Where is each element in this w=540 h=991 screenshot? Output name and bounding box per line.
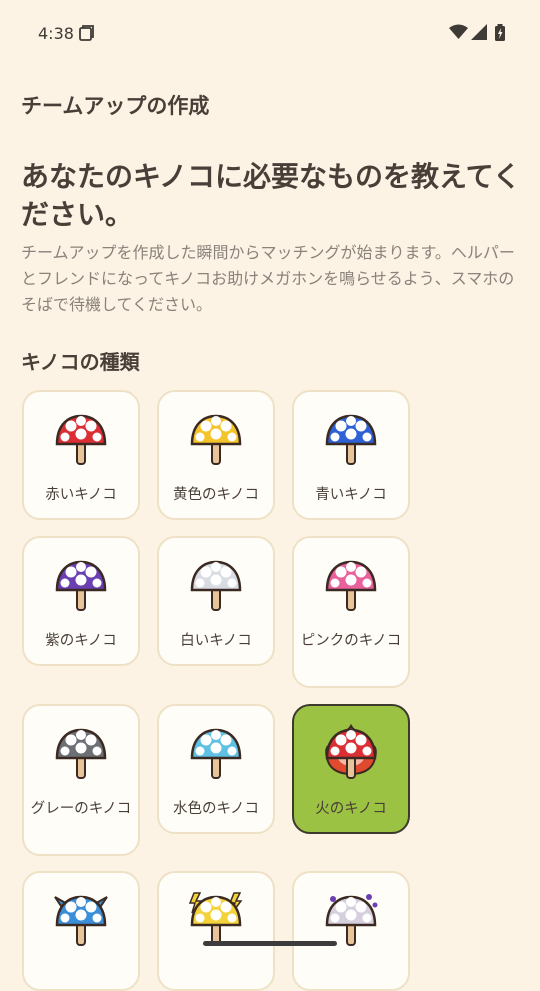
- mushroom-card-label: ピンクのキノコ: [300, 633, 402, 649]
- mushroom-card-red[interactable]: 赤いキノコ: [22, 390, 140, 520]
- horned-mushroom-icon: [51, 891, 111, 953]
- headline: あなたのキノコに必要なものを教えてください。: [21, 160, 521, 231]
- mushroom-card-label: 黄色のキノコ: [173, 487, 259, 503]
- pink-mushroom-icon: [321, 556, 381, 618]
- mushroom-card-yellow[interactable]: 黄色のキノコ: [157, 390, 275, 520]
- battery-icon: [494, 24, 506, 46]
- mushroom-card-light-blue[interactable]: 水色のキノコ: [157, 704, 275, 834]
- mushroom-card-fire[interactable]: 火のキノコ: [292, 704, 410, 834]
- description: チームアップを作成した瞬間からマッチングが始まります。ヘルパーとフレンドになって…: [21, 243, 515, 314]
- wifi-icon: [449, 24, 468, 44]
- yellow-mushroom-icon: [186, 410, 246, 472]
- mushroom-card-purple[interactable]: 紫のキノコ: [22, 536, 140, 666]
- status-bar: 4:38: [0, 0, 540, 68]
- red-mushroom-icon: [51, 410, 111, 472]
- mushroom-card-label: 水色のキノコ: [173, 801, 259, 817]
- mushroom-card-label: 火のキノコ: [315, 801, 387, 817]
- mushroom-card-11[interactable]: [157, 871, 275, 991]
- mushroom-card-white[interactable]: 白いキノコ: [157, 536, 275, 666]
- mushroom-card-label: グレーのキノコ: [30, 801, 132, 817]
- mushroom-card-blue[interactable]: 青いキノコ: [292, 390, 410, 520]
- sim-card-icon: [78, 24, 94, 46]
- mushroom-card-12[interactable]: [292, 871, 410, 991]
- purple-mushroom-icon: [51, 556, 111, 618]
- white-mushroom-icon: [186, 556, 246, 618]
- status-time: 4:38: [38, 24, 74, 43]
- blue-mushroom-icon: [321, 410, 381, 472]
- mushroom-card-gray[interactable]: グレーのキノコ: [22, 704, 140, 856]
- gray-mushroom-icon: [51, 724, 111, 786]
- mushroom-card-label: 白いキノコ: [180, 633, 252, 649]
- light-blue-mushroom-icon: [186, 724, 246, 786]
- mushroom-card-10[interactable]: [22, 871, 140, 991]
- mushroom-card-label: 赤いキノコ: [45, 487, 117, 503]
- mushroom-card-label: 紫のキノコ: [45, 633, 117, 649]
- fire-mushroom-icon: [321, 723, 381, 786]
- signal-icon: [471, 24, 487, 44]
- mushroom-card-label: 青いキノコ: [315, 487, 387, 503]
- section-title-mushroom-type: キノコの種類: [21, 350, 140, 374]
- mushroom-card-pink[interactable]: ピンクのキノコ: [292, 536, 410, 688]
- page-title: チームアップの作成: [21, 94, 210, 118]
- gesture-nav-handle[interactable]: [203, 941, 337, 946]
